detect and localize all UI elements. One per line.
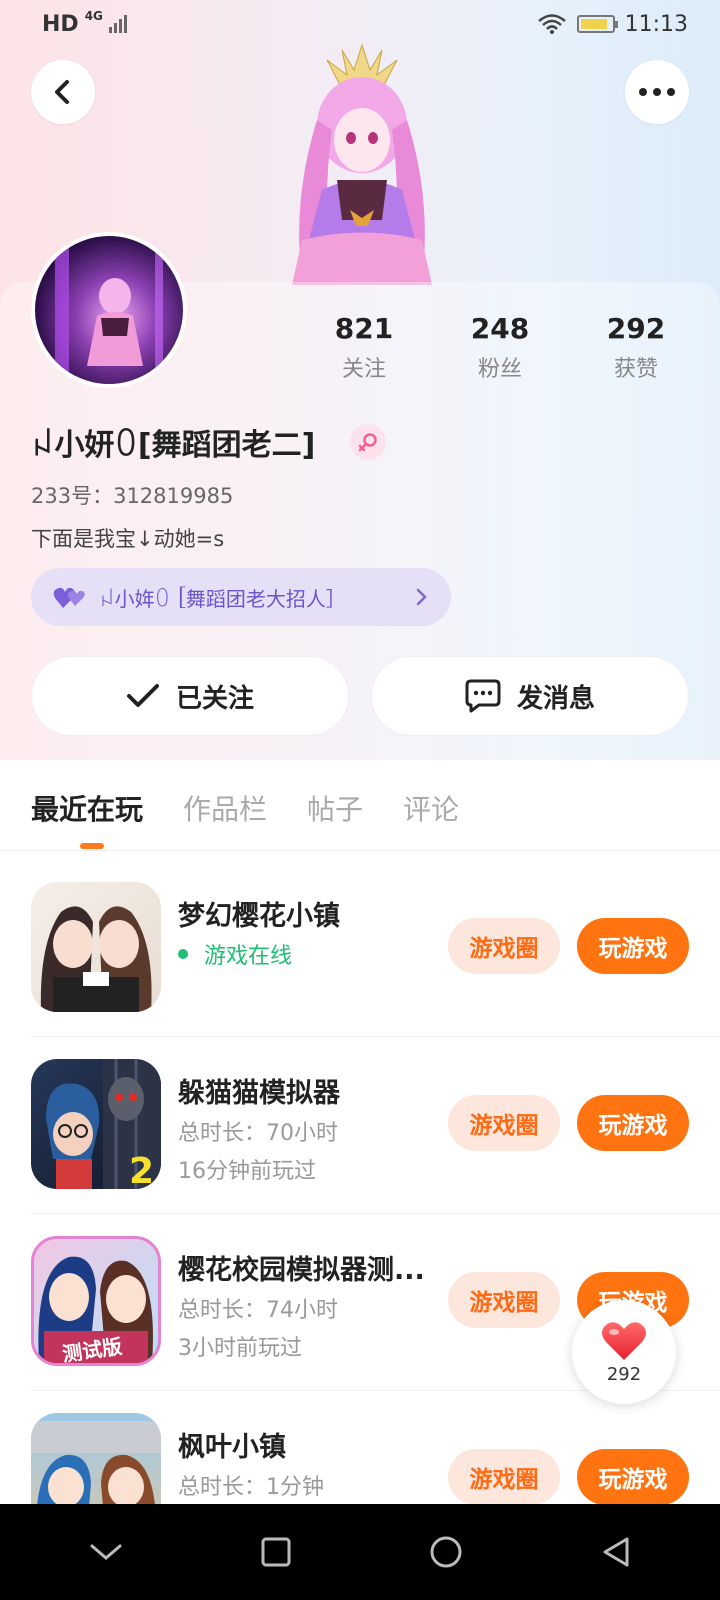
profile-banner-character	[292, 43, 432, 285]
message-button[interactable]: 发消息	[371, 656, 689, 736]
game-title: 樱花校园模拟器测...	[178, 1255, 425, 1286]
signal-icon	[108, 15, 127, 33]
online-status: 游戏在线	[178, 938, 292, 970]
avatar[interactable]	[31, 232, 187, 388]
wifi-icon	[537, 14, 566, 34]
message-button-label: 发消息	[516, 683, 595, 714]
clock: 11:13	[624, 11, 688, 37]
online-dot-icon	[178, 949, 188, 959]
game-circle-button[interactable]: 游戏圈	[448, 1449, 560, 1505]
group-link[interactable]: ꈤ小姩ꄲ［舞蹈团老大招人］	[31, 568, 451, 626]
following-label: 关注	[341, 357, 386, 382]
game-title: 躲猫猫模拟器	[178, 1078, 340, 1109]
likes-label: 获赞	[613, 357, 658, 382]
game-circle-button[interactable]: 游戏圈	[448, 918, 560, 974]
play-game-button[interactable]: 玩游戏	[577, 918, 689, 974]
game-row[interactable]: 2 躲猫猫模拟器 总时长：70小时 16分钟前玩过 游戏圈 玩游戏	[0, 1037, 720, 1214]
followers-count: 248	[470, 312, 530, 345]
play-game-button[interactable]: 玩游戏	[577, 1095, 689, 1151]
game-icon[interactable]	[31, 882, 161, 1012]
followers-label: 粉丝	[477, 357, 522, 382]
stat-likes[interactable]: 292 获赞	[576, 312, 696, 383]
game-icon[interactable]: 2	[31, 1059, 161, 1189]
game-icon[interactable]: 测试版	[31, 1236, 161, 1366]
game-circle-button[interactable]: 游戏圈	[448, 1272, 560, 1328]
bio: 下面是我宝↓动她=s	[31, 527, 225, 551]
chevron-down-icon[interactable]	[89, 1542, 123, 1562]
back-button[interactable]	[31, 60, 95, 124]
username: ꈤ小妍ꄲ[舞蹈团老二]	[31, 428, 316, 463]
game-playtime: 总时长：74小时	[178, 1298, 338, 1323]
svg-text:2: 2	[129, 1151, 154, 1189]
female-icon	[358, 433, 377, 452]
circle-icon[interactable]	[429, 1535, 463, 1569]
tab-comments[interactable]: 评论	[403, 788, 459, 828]
network-hd-label: HD	[42, 11, 79, 37]
network-type-label: 4G	[84, 9, 103, 23]
game-last-played: 3小时前玩过	[178, 1336, 302, 1361]
more-options-button[interactable]	[625, 60, 689, 124]
game-circle-button[interactable]: 游戏圈	[448, 1095, 560, 1151]
active-tab-indicator	[80, 843, 104, 849]
game-last-played: 16分钟前玩过	[178, 1159, 316, 1184]
system-navigation-bar	[0, 1504, 720, 1600]
like-floating-button[interactable]: 292	[572, 1300, 676, 1404]
stat-following[interactable]: 821 关注	[304, 312, 424, 383]
avatar-image	[55, 236, 163, 384]
triangle-back-icon[interactable]	[601, 1536, 631, 1568]
heart-icon	[602, 1321, 646, 1360]
like-count: 292	[606, 1363, 642, 1385]
user-id: 233号：312819985	[31, 484, 234, 508]
double-heart-icon	[53, 587, 85, 608]
tab-works[interactable]: 作品栏	[183, 788, 267, 828]
tab-posts[interactable]: 帖子	[307, 788, 363, 828]
follow-button[interactable]: 已关注	[31, 656, 349, 736]
game-row[interactable]: 梦幻樱花小镇 游戏在线 游戏圈 玩游戏	[0, 860, 720, 1037]
battery-icon	[576, 15, 618, 33]
group-link-label: ꈤ小姩ꄲ［舞蹈团老大招人］	[99, 586, 346, 611]
game-title: 梦幻樱花小镇	[178, 901, 340, 932]
gender-badge	[350, 424, 386, 460]
stat-followers[interactable]: 248 粉丝	[440, 312, 560, 383]
square-icon[interactable]	[261, 1537, 291, 1567]
tabs-divider	[0, 850, 720, 851]
likes-count: 292	[606, 312, 666, 345]
play-game-button[interactable]: 玩游戏	[577, 1449, 689, 1505]
profile-tabs: 最近在玩 作品栏 帖子 评论	[31, 788, 459, 828]
game-title: 枫叶小镇	[178, 1432, 286, 1463]
chevron-right-icon	[416, 588, 427, 606]
tab-recently-played[interactable]: 最近在玩	[31, 788, 143, 828]
follow-button-label: 已关注	[175, 683, 254, 714]
check-icon	[126, 684, 159, 707]
following-count: 821	[334, 312, 394, 345]
profile-stats: 821 关注 248 粉丝 292 获赞	[300, 312, 700, 392]
online-status-label: 游戏在线	[204, 944, 293, 969]
game-playtime: 总时长：70小时	[178, 1121, 338, 1146]
chat-bubble-icon	[465, 679, 501, 713]
chevron-left-icon	[55, 80, 69, 104]
more-dots-icon	[639, 88, 675, 96]
game-playtime: 总时长：1分钟	[178, 1475, 324, 1500]
